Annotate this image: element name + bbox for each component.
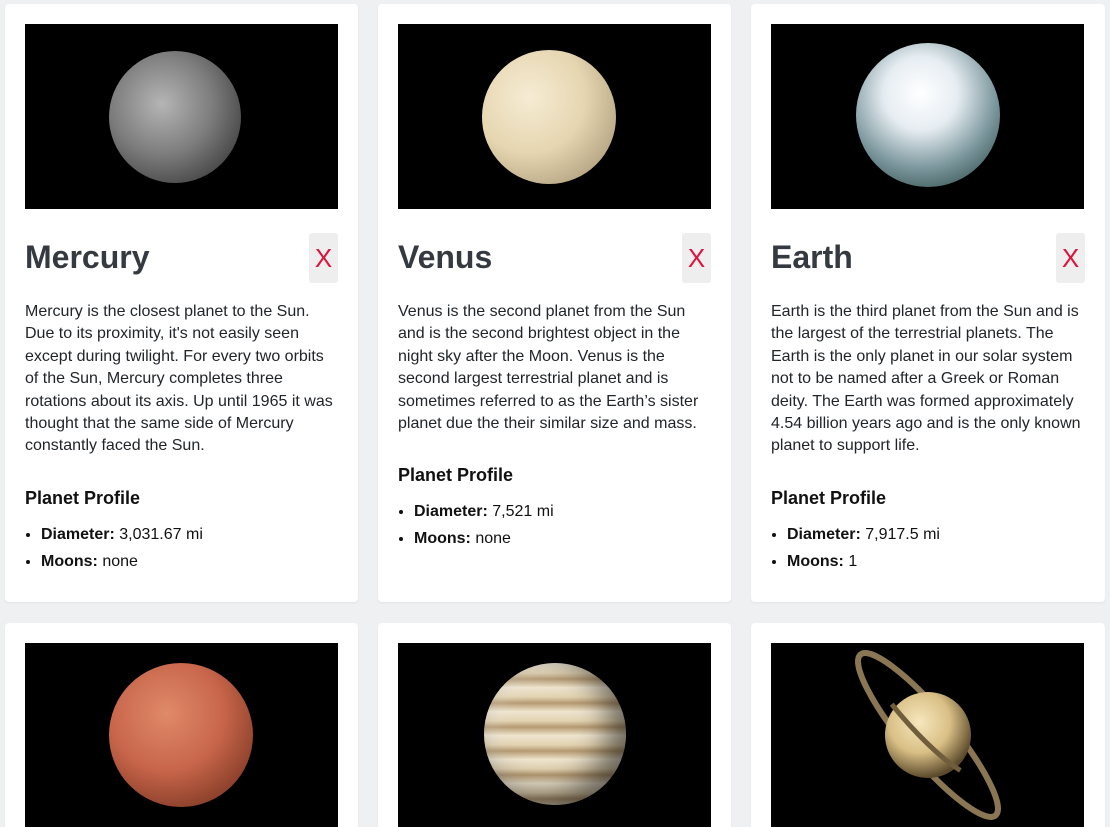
planet-description: Mercury is the closest planet to the Sun…: [25, 303, 333, 455]
planet-title: Venus: [398, 239, 493, 275]
diameter-value: 3,031.67 mi: [119, 525, 203, 543]
planet-profile-heading: Planet Profile: [398, 465, 514, 486]
moons-value: none: [475, 530, 511, 548]
moons-label: Moons:: [41, 552, 98, 570]
diameter-label: Diameter:: [414, 503, 488, 521]
diameter-label: Diameter:: [41, 525, 115, 543]
moons-item: Moons: none: [41, 548, 338, 575]
planet-image-saturn: [771, 643, 1084, 827]
mercury-planet-graphic: [109, 51, 241, 183]
moons-value: 1: [848, 552, 858, 570]
remove-card-button[interactable]: X: [1056, 233, 1085, 283]
venus-planet-graphic: [482, 50, 616, 184]
planet-image-earth: [771, 24, 1084, 209]
moons-item: Moons: none: [414, 525, 711, 552]
remove-card-button[interactable]: X: [309, 233, 338, 283]
diameter-item: Diameter: 7,917.5 mi: [787, 521, 1085, 548]
planet-card-saturn: [751, 623, 1105, 827]
saturn-planet-graphic: [855, 650, 1001, 820]
planet-card-jupiter: [378, 623, 731, 827]
planet-description: Venus is the second planet from the Sun …: [398, 303, 699, 433]
planet-title: Earth: [771, 239, 853, 275]
planet-image-venus: [398, 24, 711, 209]
mars-planet-graphic: [109, 663, 253, 807]
diameter-item: Diameter: 3,031.67 mi: [41, 521, 338, 548]
planet-facts-list: Diameter: 7,521 mi Moons: none: [398, 498, 711, 552]
planet-profile-heading: Planet Profile: [771, 487, 887, 508]
moons-label: Moons:: [414, 530, 471, 548]
diameter-value: 7,917.5 mi: [865, 525, 940, 543]
planet-card-mercury: Mercury X Mercury is the closest planet …: [5, 4, 358, 602]
diameter-label: Diameter:: [787, 525, 861, 543]
diameter-item: Diameter: 7,521 mi: [414, 498, 711, 525]
moons-label: Moons:: [787, 552, 844, 570]
planet-card-mars: [5, 623, 358, 827]
planet-facts-list: Diameter: 3,031.67 mi Moons: none: [25, 521, 338, 575]
planet-card-venus: Venus X Venus is the second planet from …: [378, 4, 731, 602]
planet-image-mars: [25, 643, 338, 827]
planet-card-earth: Earth X Earth is the third planet from t…: [751, 4, 1105, 602]
jupiter-planet-graphic: [484, 663, 626, 805]
planet-title: Mercury: [25, 239, 150, 275]
earth-planet-graphic: [856, 43, 1000, 187]
planet-profile-heading: Planet Profile: [25, 487, 141, 508]
card-header: Mercury X: [25, 233, 338, 283]
planet-image-jupiter: [398, 643, 711, 827]
planet-image-mercury: [25, 24, 338, 209]
planet-grid: Mercury X Mercury is the closest planet …: [0, 0, 1110, 827]
moons-value: none: [102, 552, 138, 570]
remove-card-button[interactable]: X: [682, 233, 711, 283]
moons-item: Moons: 1: [787, 548, 1085, 575]
card-header: Venus X: [398, 233, 711, 283]
card-header: Earth X: [771, 233, 1085, 283]
planet-facts-list: Diameter: 7,917.5 mi Moons: 1: [771, 521, 1085, 575]
planet-description: Earth is the third planet from the Sun a…: [771, 303, 1081, 455]
diameter-value: 7,521 mi: [492, 503, 554, 521]
